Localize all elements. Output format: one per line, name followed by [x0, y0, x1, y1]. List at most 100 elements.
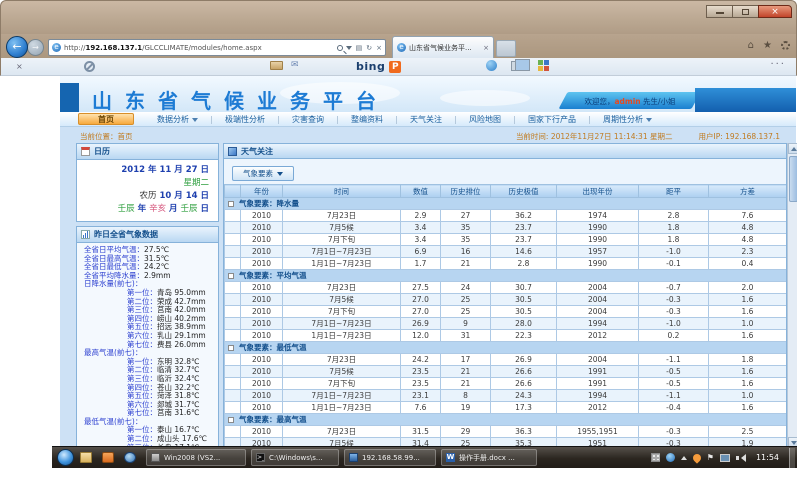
community-icon[interactable] [538, 60, 549, 71]
new-tab-button[interactable] [496, 40, 516, 57]
column-header[interactable]: 出现年份 [557, 185, 639, 198]
maximize-button[interactable] [732, 5, 758, 18]
stat-value: 2.9mm [144, 271, 171, 280]
bing-logo[interactable]: bing [356, 60, 385, 73]
checkbox[interactable] [228, 201, 234, 207]
bing-search[interactable]: bing P [356, 60, 401, 73]
nav-item-3[interactable]: 灾害查询 [279, 114, 337, 125]
window-titlebar [0, 0, 797, 34]
vertical-scrollbar[interactable] [787, 143, 797, 446]
home-icon[interactable]: ⌂ [748, 40, 754, 51]
taskbar-button-1[interactable]: Win2008 (VS2... [146, 449, 246, 466]
nav-item-2[interactable]: 极端性分析 [212, 114, 278, 125]
nav-item-5[interactable]: 天气关注 [397, 114, 455, 125]
group-element-label: 气象要素：平均气温 [239, 271, 307, 280]
language-indicator-icon[interactable] [651, 453, 660, 462]
taskbar-button-2[interactable]: >_C:\Windows\s... [251, 449, 339, 466]
table-cell: 1.0 [709, 390, 787, 402]
taskbar-button-4[interactable]: W操作手册.docx ... [441, 449, 537, 466]
tab-close-icon[interactable]: × [483, 44, 489, 52]
show-desktop-button[interactable] [789, 448, 795, 468]
scroll-down-button[interactable] [788, 437, 797, 446]
table-cell: 7月下旬 [283, 306, 401, 318]
table-row: 20107月5候23.52126.61991-0.51.6 [225, 366, 787, 378]
table-cell: 31 [441, 330, 491, 342]
nav-item-7[interactable]: 国家下行产品 [515, 114, 589, 125]
table-cell: 4.8 [709, 234, 787, 246]
browser-tab[interactable]: e 山东省气候业务平... × [392, 36, 494, 58]
table-cell: 17 [441, 354, 491, 366]
taskbar-button-3[interactable]: 192.168.58.99... [344, 449, 436, 466]
media-player-icon[interactable] [124, 452, 136, 463]
forward-button[interactable]: → [27, 39, 44, 56]
start-button[interactable] [57, 449, 74, 466]
yesterday-body: 全省日平均气温：27.5℃全省日最高气温：31.5℃全省日最低气温：24.2℃全… [77, 243, 218, 446]
scroll-up-button[interactable] [788, 143, 797, 154]
tab-title[interactable]: 山东省气候业务平... [409, 43, 483, 53]
pinned-app-icon[interactable] [102, 452, 114, 463]
element-filter-button[interactable]: 气象要素 [232, 166, 294, 181]
messenger-icon[interactable] [486, 60, 497, 71]
checkbox[interactable] [228, 273, 234, 279]
column-header[interactable]: 方差 [709, 185, 787, 198]
back-button[interactable]: ← [6, 36, 28, 58]
breadcrumb: 当前位置：首页 [80, 131, 133, 142]
hidden-icons-arrow[interactable] [681, 456, 687, 460]
network-icon[interactable] [720, 454, 730, 462]
table-row: 20107月1日~7月23日26.9928.01994-1.01.0 [225, 318, 787, 330]
card-icon[interactable] [270, 61, 283, 70]
minimize-button[interactable] [706, 5, 732, 18]
table-cell: 2010 [241, 282, 283, 294]
taskbar-clock[interactable]: 11:54 [756, 453, 779, 462]
nav-item-1[interactable]: 数据分析 [144, 114, 211, 125]
action-center-flag-icon[interactable]: ⚑ [707, 454, 714, 462]
table-cell: 1.0 [709, 318, 787, 330]
nav-item-4[interactable]: 整编资料 [338, 114, 396, 125]
tray-app-icon[interactable] [666, 453, 675, 462]
site-nav-items: 数据分析极端性分析灾害查询整编资料天气关注风险地图国家下行产品周期性分析 [144, 112, 665, 127]
table-group-row: 气象要素：平均气温 [225, 270, 787, 282]
table-cell: 12.0 [401, 330, 441, 342]
explorer-icon[interactable] [80, 452, 92, 463]
row-checkbox-cell [225, 294, 241, 306]
search-icon[interactable] [337, 45, 343, 51]
column-header[interactable]: 历史极值 [491, 185, 557, 198]
table-cell: 7.6 [709, 210, 787, 222]
mail-icon[interactable]: ✉ [291, 61, 299, 70]
scrollbar-thumb[interactable] [789, 156, 797, 202]
search-dropdown-icon[interactable] [346, 46, 352, 50]
table-cell: 23.1 [401, 390, 441, 402]
overflow-dots-icon[interactable]: ··· [770, 59, 786, 70]
table-cell: -1.0 [639, 246, 709, 258]
refresh-icon[interactable]: ↻ [366, 44, 372, 52]
close-pane-icon[interactable]: × [16, 62, 23, 71]
checkbox[interactable] [228, 345, 234, 351]
nav-item-8[interactable]: 周期性分析 [590, 114, 665, 125]
close-button[interactable]: × [758, 5, 792, 18]
address-bar[interactable]: e http://192.168.137.1/GLCCLIMATE/module… [48, 39, 386, 56]
breadcrumb-row: 当前位置：首页 当前时间: 2012年11月27日 11:14:31 星期二 用… [60, 128, 796, 143]
speaker-icon[interactable] [736, 454, 746, 462]
url-text[interactable]: http://192.168.137.1/GLCCLIMATE/modules/… [64, 44, 333, 52]
stop-icon[interactable]: × [376, 44, 382, 52]
compatibility-icon[interactable]: ▤ [356, 44, 363, 52]
nav-item-6[interactable]: 风险地图 [456, 114, 514, 125]
nav-item-home[interactable]: 首页 [78, 113, 134, 125]
table-cell: 35 [441, 222, 491, 234]
tray-orange-icon[interactable] [691, 452, 702, 463]
chevron-down-icon [192, 118, 198, 122]
checkbox[interactable] [228, 417, 234, 423]
column-header[interactable]: 历史排位 [441, 185, 491, 198]
column-header[interactable]: 时间 [283, 185, 401, 198]
table-cell: 1990 [557, 258, 639, 270]
table-cell: 2010 [241, 258, 283, 270]
column-header[interactable]: 距平 [639, 185, 709, 198]
chrome-right-icons: ⌂ ★ [748, 40, 790, 51]
gear-icon[interactable] [781, 41, 790, 50]
pinyin-indicator-icon[interactable]: P [389, 61, 401, 73]
column-header[interactable]: 年份 [241, 185, 283, 198]
photos-icon[interactable] [511, 61, 524, 71]
favorites-icon[interactable]: ★ [763, 40, 772, 51]
column-header[interactable]: 数值 [401, 185, 441, 198]
table-row: 20107月23日2.92736.219742.87.6 [225, 210, 787, 222]
